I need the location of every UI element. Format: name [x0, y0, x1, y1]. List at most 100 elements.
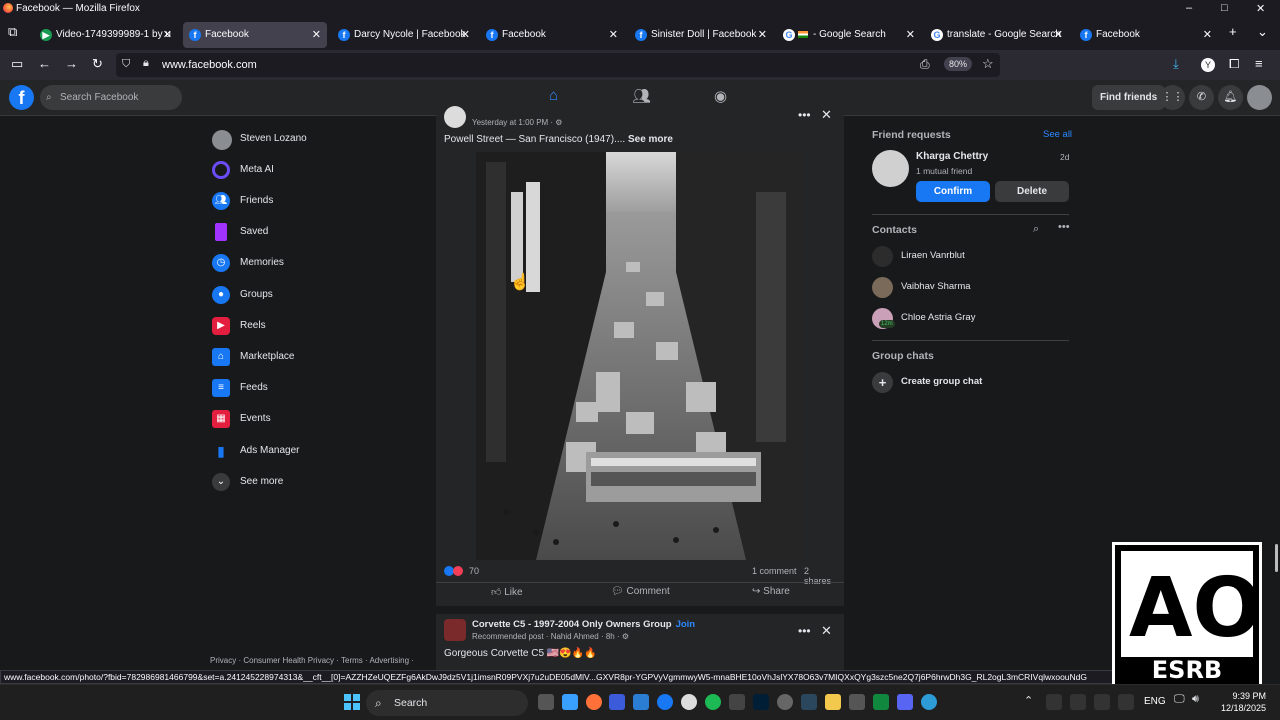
close-window-button[interactable]: ✕	[1256, 2, 1265, 15]
firefox-taskbar-icon[interactable]	[586, 694, 602, 710]
notifications-bell-icon[interactable]: 🔔︎	[1218, 85, 1243, 110]
tray-app-icon[interactable]	[1046, 694, 1062, 710]
sidebar-toggle-icon[interactable]: ▭	[11, 56, 23, 72]
reaction-count[interactable]: 70	[469, 566, 479, 576]
bookmark-star-icon[interactable]: ☆	[982, 56, 994, 72]
tab-list-icon[interactable]: ⧉	[8, 24, 17, 40]
close-tab-icon[interactable]: ✕	[461, 22, 470, 48]
more-options-icon[interactable]: •••	[798, 624, 811, 638]
sidebar-item-saved[interactable]: Saved	[210, 219, 430, 245]
shield-icon[interactable]: ⛉	[122, 58, 130, 71]
reload-icon[interactable]: ↻	[92, 56, 103, 72]
requester-name[interactable]: Kharga Chettry	[916, 151, 988, 162]
sidebar-item-memories[interactable]: ◷ Memories	[210, 250, 430, 276]
tab-translate[interactable]: G translate - Google Search ✕	[925, 22, 1069, 48]
contact-item[interactable]: 12m Chloe Astria Gray	[872, 306, 1062, 330]
footer-links[interactable]: Privacy · Consumer Health Privacy · Term…	[210, 656, 414, 665]
minimize-button[interactable]: –	[1186, 2, 1192, 14]
app-icon[interactable]	[849, 694, 865, 710]
search-input[interactable]: ⌕ Search Facebook	[40, 85, 182, 110]
close-tab-icon[interactable]: ✕	[312, 22, 321, 48]
facebook-logo[interactable]: f	[9, 85, 34, 110]
steam-icon[interactable]	[801, 694, 817, 710]
post-photo[interactable]	[476, 152, 804, 560]
url-bar[interactable]: ⛉ 🔒︎ www.facebook.com ⎙ 80% ☆	[116, 53, 1000, 77]
contact-item[interactable]: Liraen Vanrblut	[872, 244, 1062, 268]
discord-icon[interactable]	[897, 694, 913, 710]
messenger-icon[interactable]: ✆	[1189, 85, 1214, 110]
app-icon[interactable]	[609, 694, 625, 710]
spotify-icon[interactable]	[705, 694, 721, 710]
profile-avatar[interactable]	[1247, 85, 1272, 110]
find-friends-button[interactable]: Find friends	[1092, 85, 1166, 110]
requester-avatar[interactable]	[872, 150, 909, 187]
group-name-text[interactable]: Corvette C5 - 1997-2004 Only Owners Grou…	[472, 619, 672, 630]
account-icon[interactable]: Y	[1201, 58, 1215, 72]
taskbar-search[interactable]: ⌕ Search	[366, 690, 528, 716]
delete-button[interactable]: Delete	[995, 181, 1069, 202]
facebook-taskbar-icon[interactable]	[657, 694, 673, 710]
extensions-icon[interactable]: ⧠	[1229, 56, 1239, 72]
see-more-link[interactable]: See more	[628, 134, 673, 145]
more-options-icon[interactable]: •••	[798, 108, 811, 122]
settings-icon[interactable]	[777, 694, 793, 710]
sidebar-item-groups[interactable]: ● Groups	[210, 282, 430, 308]
windows-start-icon[interactable]	[344, 694, 360, 710]
sidebar-item-profile[interactable]: Steven Lozano	[210, 126, 430, 152]
confirm-button[interactable]: Confirm	[916, 181, 990, 202]
lock-icon[interactable]: 🔒︎	[143, 57, 149, 70]
network-icon[interactable]: 🖵︎	[1174, 693, 1185, 706]
close-icon[interactable]: ✕	[821, 623, 832, 639]
see-all-link[interactable]: See all	[1043, 129, 1072, 140]
notepad-icon[interactable]	[633, 694, 649, 710]
tab-google-search[interactable]: G - Google Search ✕	[777, 22, 921, 48]
post-timestamp[interactable]: Yesterday at 1:00 PM · ⚙	[472, 118, 562, 127]
close-icon[interactable]: ✕	[821, 107, 832, 123]
comment-count[interactable]: 1 comment	[752, 566, 797, 576]
sidebar-item-see-more[interactable]: ⌄ See more	[210, 469, 430, 495]
close-tab-icon[interactable]: ✕	[906, 22, 915, 48]
microphone-icon[interactable]	[1094, 694, 1110, 710]
tab-facebook-active[interactable]: f Facebook ✕	[183, 22, 327, 48]
post-author-avatar[interactable]	[444, 106, 466, 128]
scrollbar-thumb[interactable]	[1275, 544, 1278, 572]
tray-chevron-icon[interactable]: ⌃	[1024, 694, 1033, 707]
task-view-icon[interactable]	[538, 694, 554, 710]
tab-darcy-nycole[interactable]: f Darcy Nycole | Facebook ✕	[332, 22, 476, 48]
sidebar-item-marketplace[interactable]: ⌂ Marketplace	[210, 344, 430, 370]
close-tab-icon[interactable]: ✕	[1054, 22, 1063, 48]
sidebar-item-reels[interactable]: ▶ Reels	[210, 313, 430, 339]
sidebar-item-meta-ai[interactable]: Meta AI	[210, 157, 430, 183]
close-tab-icon[interactable]: ✕	[163, 22, 172, 48]
tray-app-icon[interactable]	[1070, 694, 1086, 710]
comment-button[interactable]: 💬︎ Comment	[611, 586, 670, 597]
new-tab-icon[interactable]: +	[1229, 24, 1237, 39]
clock[interactable]: 9:39 PM 12/18/2025	[1214, 690, 1266, 714]
sidebar-item-ads-manager[interactable]: ▮ Ads Manager	[210, 438, 430, 464]
like-button[interactable]: 👍︎ Like	[491, 586, 523, 598]
pen-icon[interactable]	[1118, 694, 1134, 710]
forward-icon[interactable]: →	[65, 56, 78, 71]
tab-facebook-last[interactable]: f Facebook ✕	[1074, 22, 1218, 48]
search-icon[interactable]: ⌕	[1033, 223, 1039, 236]
menu-grid-icon[interactable]: ⋮⋮	[1160, 85, 1185, 110]
join-link[interactable]: Join	[676, 619, 696, 630]
friends-nav-icon[interactable]: 👥︎	[632, 87, 651, 105]
create-group-chat-button[interactable]: + Create group chat	[872, 370, 1062, 394]
file-explorer-icon[interactable]	[825, 694, 841, 710]
group-name[interactable]: Corvette C5 - 1997-2004 Only Owners Grou…	[472, 619, 695, 630]
copilot-icon[interactable]	[562, 694, 578, 710]
tab-video[interactable]: ▶ Video-1749399989-1 by u ✕	[34, 22, 178, 48]
tab-facebook[interactable]: f Facebook ✕	[480, 22, 624, 48]
app-icon[interactable]	[873, 694, 889, 710]
downloads-icon[interactable]: ⤓	[1173, 56, 1179, 72]
maximize-button[interactable]: □	[1221, 2, 1228, 14]
sidebar-item-feeds[interactable]: ≡ Feeds	[210, 375, 430, 401]
close-tab-icon[interactable]: ✕	[609, 22, 618, 48]
sidebar-item-friends[interactable]: 👥︎ Friends	[210, 188, 430, 214]
group-avatar[interactable]	[444, 619, 466, 641]
photoshop-icon[interactable]	[753, 694, 769, 710]
app-icon[interactable]	[921, 694, 937, 710]
close-tab-icon[interactable]: ✕	[758, 22, 767, 48]
volume-icon[interactable]: 🔊︎	[1192, 693, 1199, 706]
